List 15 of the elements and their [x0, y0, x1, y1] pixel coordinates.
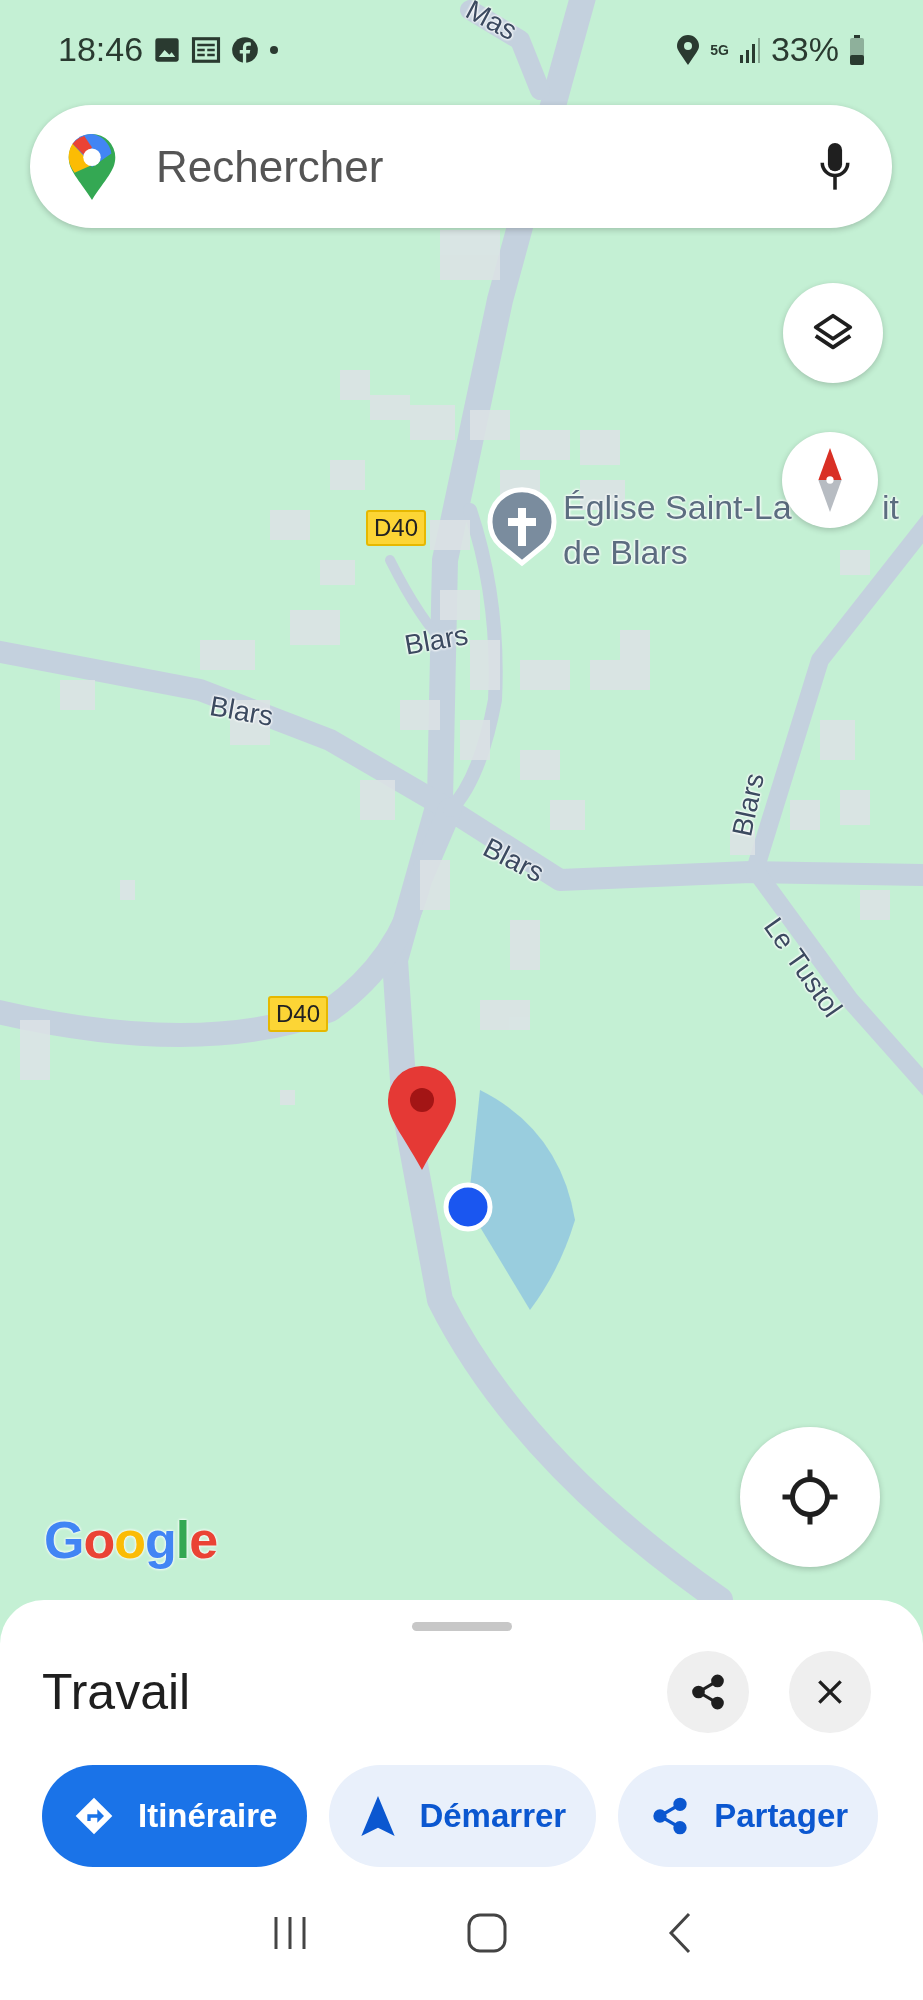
place-label: de Blars — [563, 533, 688, 572]
place-label: it — [882, 488, 899, 527]
battery-percentage: 33% — [770, 30, 839, 69]
attribution-logo: Google — [44, 1510, 218, 1570]
clock: 18:46 — [58, 30, 144, 69]
street-label: Blars — [402, 619, 471, 662]
network-type: 5G — [710, 42, 729, 57]
street-label: Blars — [477, 831, 550, 890]
route-badge: D40 — [366, 510, 427, 546]
place-title: Travail — [42, 1663, 191, 1721]
place-label: Église Saint-La — [563, 488, 792, 527]
route-badge: D40 — [268, 996, 329, 1032]
street-label: Blars — [207, 690, 276, 733]
street-label: Mas — [460, 0, 523, 47]
street-label: Blars — [726, 770, 771, 840]
